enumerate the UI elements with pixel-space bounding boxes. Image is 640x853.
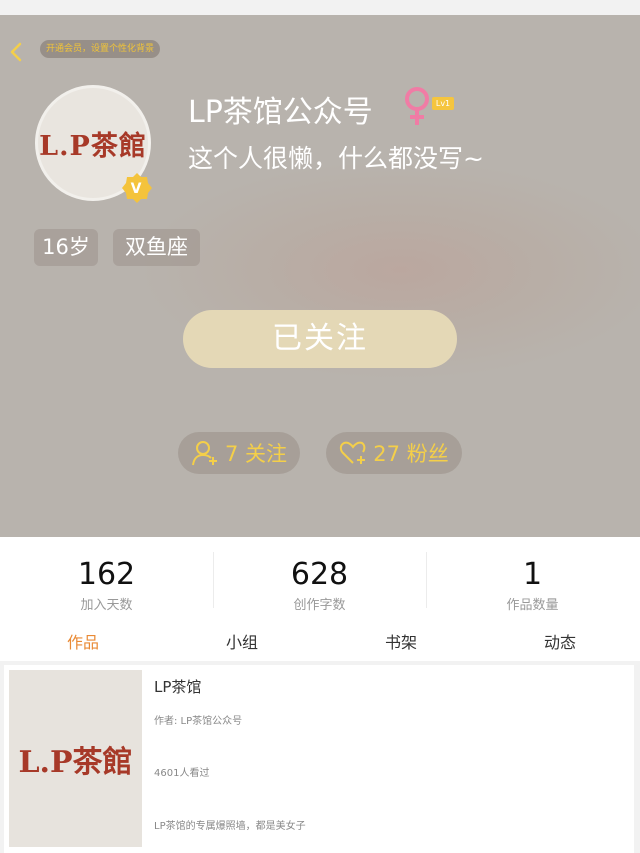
book-views: 4601人看过: [154, 768, 210, 779]
book-cover[interactable]: L.P茶館: [9, 670, 142, 847]
work-card[interactable]: L.P茶館 LP茶馆 作者: LP茶馆公众号 4601人看过 LP茶馆的专属爆照…: [4, 665, 634, 853]
stat-value: 1: [522, 557, 543, 592]
book-description: LP茶馆的专属爆照墙，都是美女子: [154, 821, 306, 832]
following-count: 7 关注: [224, 442, 288, 466]
age-tag: 16岁: [34, 229, 98, 266]
stat-works-count: 1 作品数量: [426, 537, 639, 625]
stat-value: 628: [290, 557, 349, 592]
stat-days-joined: 162 加入天数: [0, 537, 213, 625]
zodiac-tag: 双鱼座: [113, 229, 200, 266]
following-button[interactable]: 7 关注: [178, 432, 300, 474]
tab-groups[interactable]: 小组: [162, 625, 322, 661]
female-icon: [405, 87, 429, 125]
back-chevron-icon[interactable]: [6, 41, 28, 63]
bio-text: 这个人很懒，什么都没写~: [188, 144, 484, 173]
profile-tabs: 作品 小组 书架 动态: [0, 625, 640, 661]
svg-text:V: V: [131, 181, 142, 197]
avatar-logo-text: L.P茶館: [39, 130, 147, 162]
stat-label: 作品数量: [506, 598, 559, 613]
book-author: 作者: LP茶馆公众号: [154, 716, 243, 727]
profile-header: 开通会员，设置个性化背景 L.P茶館 V LP茶馆公众号 Lv1 这个人很懒，什…: [0, 15, 640, 537]
tab-bookshelf[interactable]: 书架: [321, 625, 481, 661]
fans-button[interactable]: 27 粉丝: [326, 432, 462, 474]
book-title[interactable]: LP茶馆: [154, 676, 201, 697]
fans-count: 27 粉丝: [373, 442, 449, 466]
stat-label: 加入天数: [80, 598, 133, 613]
stat-value: 162: [77, 557, 136, 592]
level-badge: Lv1: [432, 97, 454, 110]
add-user-icon: [191, 441, 217, 466]
stat-words-written: 628 创作字数: [213, 537, 426, 625]
verified-v-icon: V: [122, 173, 152, 203]
stats-bar: 162 加入天数 628 创作字数 1 作品数量: [0, 537, 640, 625]
cover-logo-text: L.P茶館: [18, 744, 133, 780]
tab-works[interactable]: 作品: [3, 625, 163, 661]
followed-button[interactable]: 已关注: [183, 310, 457, 368]
username: LP茶馆公众号: [188, 95, 373, 130]
stat-label: 创作字数: [293, 598, 346, 613]
heart-plus-icon: [340, 441, 366, 464]
tab-activity[interactable]: 动态: [480, 625, 640, 661]
vip-background-banner[interactable]: 开通会员，设置个性化背景: [40, 40, 161, 58]
